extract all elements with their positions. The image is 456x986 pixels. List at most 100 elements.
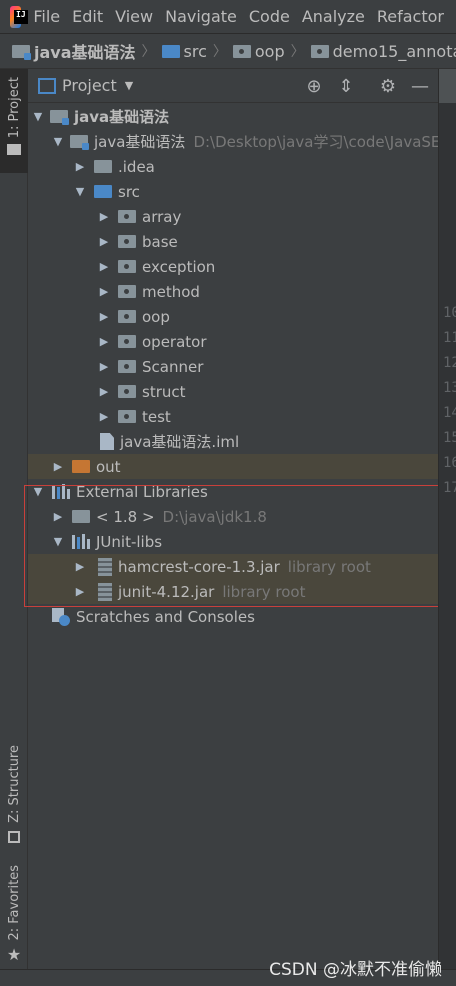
tree-row-module[interactable]: ▼ java基础语法 D:\Desktop\java学习\code\JavaSE: [28, 129, 438, 154]
breadcrumb: java基础语法 〉 src 〉 oop 〉 demo15_annotation: [0, 33, 456, 69]
hide-icon[interactable]: —: [410, 76, 430, 97]
expanded-arrow-icon[interactable]: ▼: [50, 535, 66, 548]
tree-row-idea[interactable]: ▶ .idea: [28, 154, 438, 179]
collapsed-arrow-icon[interactable]: ▶: [96, 310, 112, 323]
tree-row-jar[interactable]: ▶ junit-4.12.jar library root: [28, 579, 438, 604]
breadcrumb-demo15[interactable]: demo15_annotation: [310, 42, 456, 61]
breadcrumb-oop[interactable]: oop: [232, 41, 285, 61]
tool-tab-structure[interactable]: Z: Structure: [0, 741, 28, 851]
library-icon: [72, 534, 90, 549]
collapsed-arrow-icon[interactable]: ▶: [50, 510, 66, 523]
module-folder-icon: [12, 44, 31, 60]
tree-row-scratches[interactable]: Scratches and Consoles: [28, 604, 438, 629]
chevron-right-icon: 〉: [290, 44, 305, 60]
editor-gutter: 10 11 12 13 14 15 16 17: [438, 69, 456, 969]
chevron-down-icon[interactable]: ▼: [125, 79, 133, 92]
tree-row-junit-libs[interactable]: ▼ JUnit-libs: [28, 529, 438, 554]
source-folder-icon: [94, 185, 112, 198]
line-number: 12: [443, 355, 456, 371]
project-tree: ▼ java基础语法 ▼ java基础语法 D:\Desktop\java学习\…: [28, 103, 438, 958]
breadcrumb-project[interactable]: java基础语法: [12, 39, 136, 63]
tree-label: JUnit-libs: [96, 532, 163, 551]
collapsed-arrow-icon[interactable]: ▶: [96, 360, 112, 373]
collapsed-arrow-icon[interactable]: ▶: [72, 560, 88, 573]
module-file-icon: [100, 433, 114, 450]
collapsed-arrow-icon[interactable]: ▶: [96, 285, 112, 298]
breadcrumb-label: oop: [254, 41, 285, 61]
tree-row-package[interactable]: ▶ test: [28, 404, 438, 429]
expanded-arrow-icon[interactable]: ▼: [30, 110, 46, 123]
menu-bar: IJ File Edit View Navigate Code Analyze …: [0, 0, 456, 33]
scratches-icon: [52, 607, 70, 626]
menu-file[interactable]: File: [33, 7, 60, 26]
tree-label: Scanner: [142, 357, 204, 376]
collapsed-arrow-icon[interactable]: ▶: [96, 335, 112, 348]
menu-analyze[interactable]: Analyze: [302, 7, 365, 26]
package-icon: [118, 410, 136, 423]
tree-row-jdk[interactable]: ▶ < 1.8 > D:\java\jdk1.8: [28, 504, 438, 529]
menu-refactor[interactable]: Refactor: [377, 7, 444, 26]
package-icon: [118, 210, 136, 223]
tree-label: operator: [142, 332, 207, 351]
tree-row-jar[interactable]: ▶ hamcrest-core-1.3.jar library root: [28, 554, 438, 579]
intellij-logo-icon[interactable]: IJ: [10, 5, 29, 28]
panel-title[interactable]: Project: [62, 76, 117, 95]
tree-row-package[interactable]: ▶ Scanner: [28, 354, 438, 379]
tool-tab-favorites[interactable]: 2: Favorites ★: [0, 865, 28, 965]
menu-edit[interactable]: Edit: [72, 7, 103, 26]
folder-icon: [94, 160, 112, 173]
tree-row-package[interactable]: ▶ struct: [28, 379, 438, 404]
collapsed-arrow-icon[interactable]: ▶: [50, 460, 66, 473]
module-folder-icon: [70, 135, 89, 150]
tree-row-external-libraries[interactable]: ▼ External Libraries: [28, 479, 438, 504]
jdk-path: D:\java\jdk1.8: [162, 507, 267, 526]
folder-icon: [7, 144, 21, 156]
tree-row-package[interactable]: ▶ base: [28, 229, 438, 254]
tree-label: exception: [142, 257, 216, 276]
expanded-arrow-icon[interactable]: ▼: [50, 135, 66, 148]
tree-row-iml[interactable]: java基础语法.iml: [28, 429, 438, 454]
menu-view[interactable]: View: [115, 7, 153, 26]
collapsed-arrow-icon[interactable]: ▶: [96, 385, 112, 398]
locate-icon[interactable]: ⊕: [304, 76, 324, 97]
collapsed-arrow-icon[interactable]: ▶: [96, 235, 112, 248]
collapsed-arrow-icon[interactable]: ▶: [96, 410, 112, 423]
menu-navigate[interactable]: Navigate: [165, 7, 237, 26]
package-icon: [118, 235, 136, 248]
tree-row-package[interactable]: ▶ array: [28, 204, 438, 229]
tree-row-package[interactable]: ▶ method: [28, 279, 438, 304]
source-folder-icon: [161, 44, 180, 58]
collapsed-arrow-icon[interactable]: ▶: [96, 210, 112, 223]
structure-icon: [8, 830, 20, 843]
star-icon: ★: [6, 944, 22, 964]
tree-label: java基础语法: [74, 108, 170, 126]
editor-tab[interactable]: [439, 69, 456, 103]
tree-label: base: [142, 232, 178, 251]
line-number: 17: [443, 480, 456, 496]
collapse-all-icon[interactable]: ⇕: [336, 76, 356, 97]
menu-code[interactable]: Code: [249, 7, 290, 26]
tree-label: test: [142, 407, 171, 426]
tree-row-package[interactable]: ▶ exception: [28, 254, 438, 279]
breadcrumb-label: src: [183, 41, 207, 61]
tree-row-package[interactable]: ▶ operator: [28, 329, 438, 354]
tool-tab-label: 1: Project: [6, 77, 22, 139]
tree-row-src[interactable]: ▼ src: [28, 179, 438, 204]
expanded-arrow-icon[interactable]: ▼: [72, 185, 88, 198]
breadcrumb-src[interactable]: src: [161, 41, 207, 61]
tree-row-package[interactable]: ▶ oop: [28, 304, 438, 329]
expanded-arrow-icon[interactable]: ▼: [30, 485, 46, 498]
line-number: 13: [443, 380, 456, 396]
tool-tab-project[interactable]: 1: Project: [0, 69, 28, 173]
collapsed-arrow-icon[interactable]: ▶: [96, 260, 112, 273]
chevron-right-icon: 〉: [212, 44, 227, 60]
gear-icon[interactable]: ⚙: [378, 76, 398, 97]
collapsed-arrow-icon[interactable]: ▶: [72, 160, 88, 173]
tree-row-out[interactable]: ▶ out: [28, 454, 438, 479]
project-panel-header: Project ▼ ⊕ ⇕ ⚙ —: [28, 69, 438, 103]
collapsed-arrow-icon[interactable]: ▶: [72, 585, 88, 598]
tree-row-root[interactable]: ▼ java基础语法: [28, 104, 438, 129]
tree-label: out: [96, 457, 121, 476]
tree-label: struct: [142, 382, 186, 401]
tree-label: hamcrest-core-1.3.jar: [118, 557, 280, 576]
